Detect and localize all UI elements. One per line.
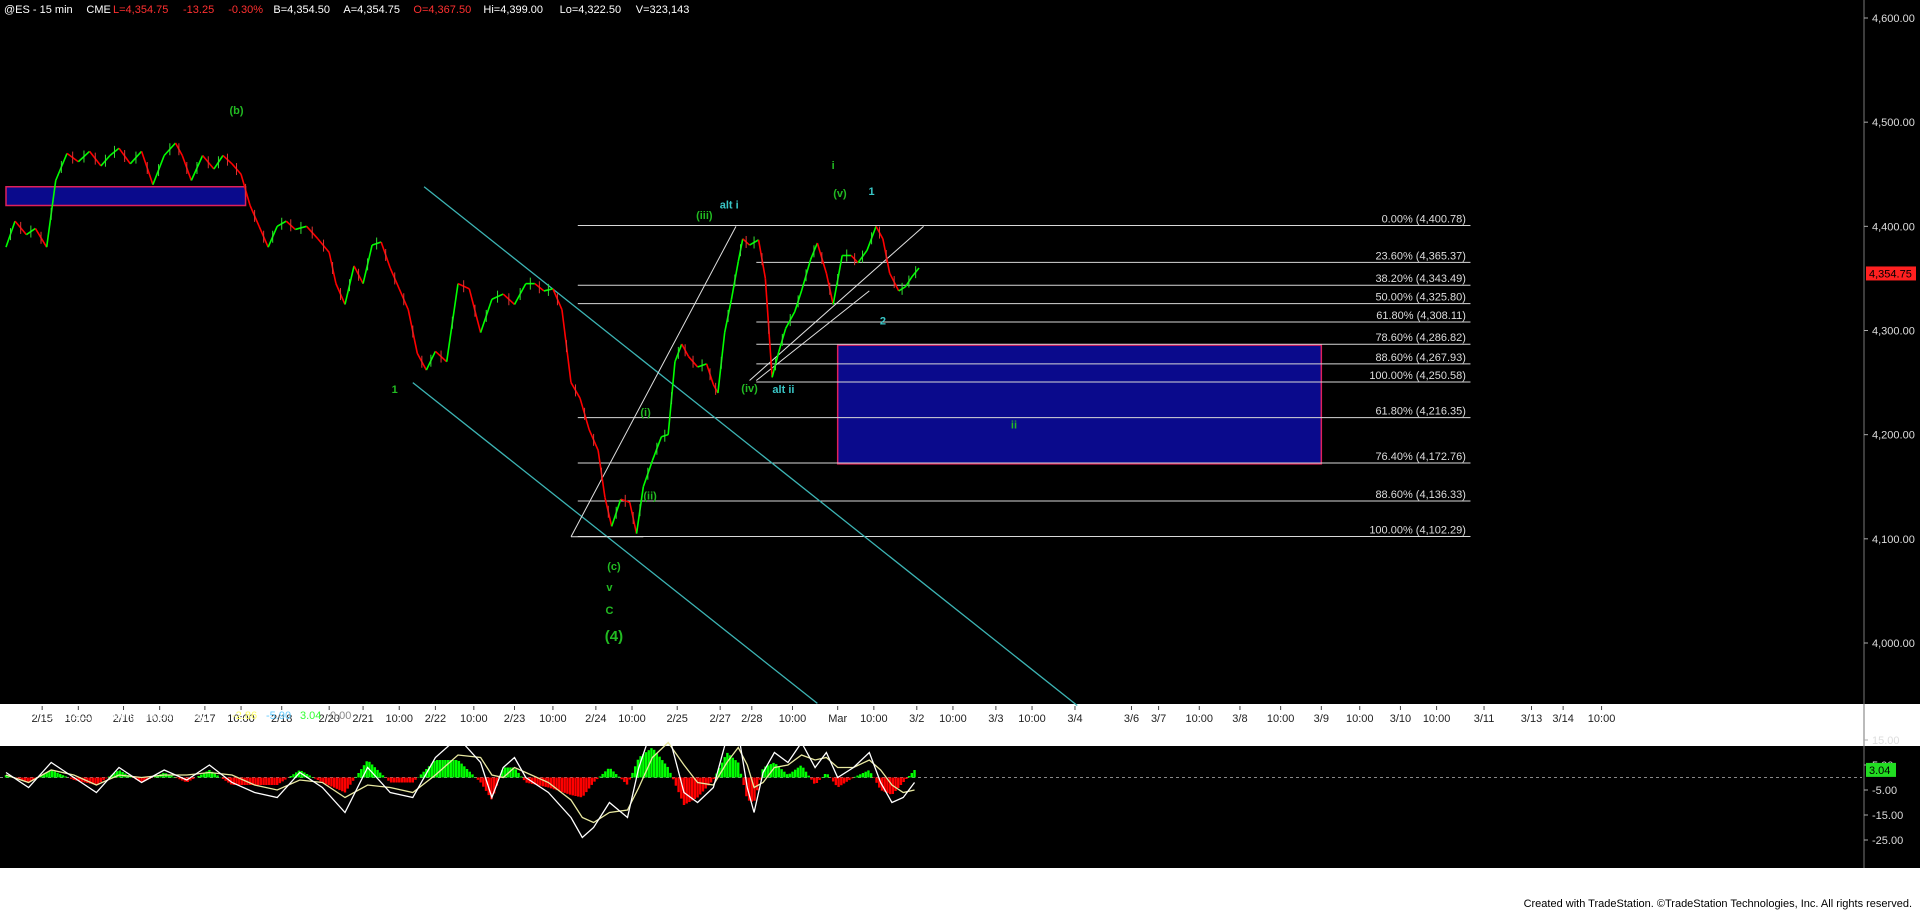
wave-label: (iii) [696,210,713,222]
target-zone [836,344,1323,465]
x-tick-label: 10:00 [1018,713,1046,725]
x-tick-label: 2/27 [709,713,730,725]
fib-level-label: 23.60% (4,365.37) [1375,250,1466,262]
fib-level-label: 38.20% (4,343.49) [1375,273,1466,285]
fib-level-label: 61.80% (4,216.35) [1375,406,1466,418]
fib-level-label: 76.40% (4,172.76) [1375,451,1466,463]
header-last: L=4,354.75 [113,4,168,16]
wave-label: C [605,605,613,617]
macd-tick-label: -5.00 [1872,785,1897,797]
chart-header: @ES - 15 min CME L=4,354.75 -13.25 -0.30% B=4… [4,4,689,16]
fib-level-label: 100.00% (4,250.58) [1369,370,1466,382]
x-tick-label: 10:00 [460,713,488,725]
wave-label: (i) [640,407,651,419]
macd-hist-value: 3.04 [300,710,321,722]
price-chart: @ES - 15 min CME L=4,354.75 -13.25 -0.30% B=4… [0,0,1920,912]
fib-level-label: 88.60% (4,267.93) [1375,352,1466,364]
x-tick-label: 10:00 [1186,713,1214,725]
wave-label: (4) [605,628,623,645]
x-tick-label: 3/3 [988,713,1003,725]
wave-label: (ii) [643,490,657,502]
footer-credit: Created with TradeStation. ©TradeStation… [1523,898,1912,910]
fib-level-label: 50.00% (4,325.80) [1375,292,1466,304]
x-tick-label: 3/14 [1552,713,1573,725]
x-tick-label: 2/28 [741,713,762,725]
fib-level-label: 61.80% (4,308.11) [1376,310,1466,322]
macd-value: -2.86 [232,710,257,722]
header-high: Hi=4,399.00 [483,4,543,16]
macd-title: MACD (12,26,9,1,1,Green,Red,DarkGray) [4,710,209,722]
header-bid: B=4,354.50 [273,4,330,16]
header-symbol: @ES - 15 min [4,4,73,16]
macd-tick-label: -25.00 [1872,835,1903,847]
header-ask: A=4,354.75 [343,4,400,16]
x-tick-label: 2/23 [504,713,525,725]
x-tick-label: 2/25 [667,713,688,725]
header-change-pct: -0.30% [228,4,263,16]
x-tick-label: 10:00 [1423,713,1451,725]
x-tick-label: 3/9 [1314,713,1329,725]
x-tick-label: 2/21 [352,713,373,725]
x-tick-label: 3/11 [1474,713,1495,725]
wave-label: ii [1011,419,1017,431]
x-tick-label: 3/4 [1067,713,1082,725]
wave-label: alt ii [772,384,794,396]
x-tick-label: 10:00 [779,713,807,725]
x-tick-label: 3/7 [1151,713,1166,725]
x-tick-label: 10:00 [385,713,413,725]
price-tick-label: 4,200.00 [1872,430,1915,442]
price-tick-label: 4,300.00 [1872,326,1915,338]
x-tick-label: 10:00 [860,713,888,725]
last-price-label: 4,354.75 [1869,268,1912,280]
x-tick-label: 3/2 [909,713,924,725]
wave-label: alt i [720,200,739,212]
price-tick-label: 4,400.00 [1872,221,1915,233]
x-tick-label: 3/6 [1124,713,1139,725]
macd-signal-value: -5.90 [266,710,291,722]
header-exchange: CME [86,4,110,16]
macd-hist-tag-label: 3.04 [1869,765,1890,777]
x-tick-label: 3/10 [1390,713,1411,725]
x-tick-label: 10:00 [939,713,967,725]
price-tick-label: 4,000.00 [1872,638,1915,650]
wave-label: (v) [833,188,847,200]
x-tick-label: 3/13 [1521,713,1542,725]
wave-label: (c) [607,561,621,573]
wave-label: 1 [392,384,398,396]
x-tick-label: 10:00 [1346,713,1374,725]
x-tick-label: 2/24 [585,713,606,725]
x-tick-label: 10:00 [539,713,567,725]
macd-tick-label: -15.00 [1872,810,1903,822]
x-tick-label: 3/8 [1232,713,1247,725]
x-tick-label: 10:00 [1588,713,1616,725]
price-tick-label: 4,500.00 [1872,117,1915,129]
wave-label: i [832,160,835,172]
header-open: O=4,367.50 [413,4,471,16]
x-tick-label: 2/22 [425,713,446,725]
wave-label: v [606,582,613,594]
x-tick-label: Mar [828,713,847,725]
x-tick-label: 10:00 [1267,713,1295,725]
macd-zero-value: 0.00 [330,710,351,722]
price-tick-label: 4,600.00 [1872,13,1915,25]
wave-label: (b) [229,105,243,117]
price-tick-label: 4,100.00 [1872,534,1915,546]
fib-level-label: 88.60% (4,136.33) [1375,489,1466,501]
macd-tick-label: 15.00 [1872,735,1900,747]
wave-label: 1 [869,186,875,198]
x-tick-label: 10:00 [618,713,646,725]
fib-level-label: 0.00% (4,400.78) [1382,214,1466,226]
fib-level-label: 100.00% (4,102.29) [1369,524,1466,536]
header-volume: V=323,143 [636,4,690,16]
wave-label: 2 [880,315,886,327]
header-change: -13.25 [183,4,214,16]
resistance-zone [5,186,247,207]
fib-level-label: 78.60% (4,286.82) [1375,332,1466,344]
header-low: Lo=4,322.50 [560,4,621,16]
wave-label: (iv) [741,383,758,395]
